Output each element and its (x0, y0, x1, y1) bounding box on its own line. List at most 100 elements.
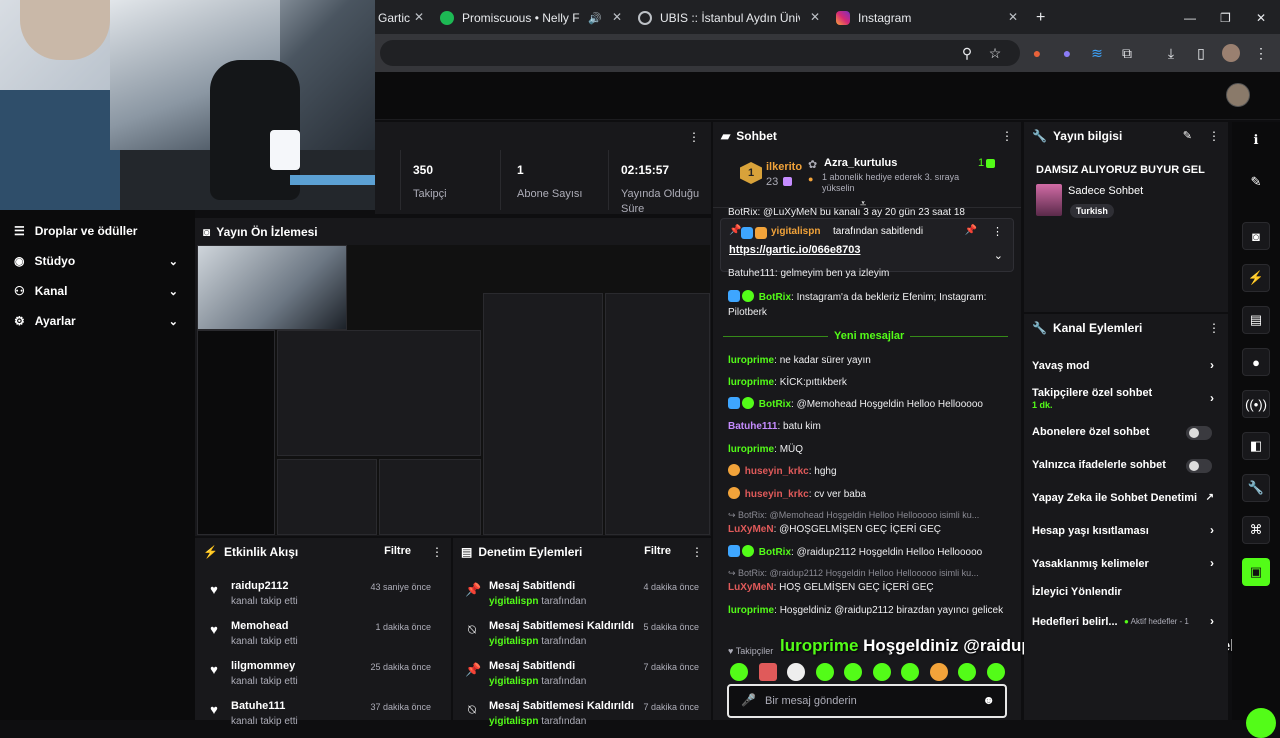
moderation-kebab-icon[interactable]: ⋮ (691, 545, 703, 559)
tab-ubis[interactable]: UBIS :: İstanbul Aydın Üniversitesi ✕ (630, 4, 826, 32)
action-banned-words[interactable]: Yasaklanmış kelimeler › (1032, 556, 1222, 570)
chat-kebab-icon[interactable]: ⋮ (1001, 129, 1013, 143)
emote-only-toggle[interactable] (1186, 459, 1212, 473)
moderator-name[interactable]: yigitalispn (489, 596, 538, 607)
nav-settings[interactable]: ⚙ Ayarlar ⌄ (14, 310, 184, 332)
category-name[interactable]: Sadece Sohbet (1068, 185, 1143, 197)
chat-icon[interactable]: ● (1242, 348, 1270, 376)
extension-wave-icon[interactable]: ≋ (1088, 44, 1106, 62)
emote-icon[interactable] (844, 663, 862, 681)
tab-spotify[interactable]: Promiscuous • Nelly Furtado 🔊 ✕ (432, 4, 628, 32)
close-icon[interactable]: ✕ (1008, 10, 1018, 24)
chat-username[interactable]: BotRix (759, 292, 791, 303)
zoom-icon[interactable]: ⚲ (958, 44, 976, 62)
chat-username[interactable]: BotRix (759, 399, 791, 410)
broadcast-icon[interactable]: ((•)) (1242, 390, 1270, 418)
fab-button[interactable] (1246, 708, 1276, 738)
info-icon[interactable]: ℹ (1242, 126, 1270, 154)
emote-icon[interactable] (816, 663, 834, 681)
pinned-link[interactable]: https://gartic.io/066e8703 (729, 244, 860, 256)
chat-input[interactable]: 🎤 Bir mesaj gönderin ☻ (727, 684, 1007, 718)
new-tab-button[interactable]: + (1028, 4, 1048, 32)
pinned-message[interactable]: 📌 yigitalispn tarafından sabitlendi 📌 ⋮ … (720, 218, 1014, 272)
pinned-by[interactable]: yigitalispn (771, 226, 820, 237)
extensions-icon[interactable]: ⧉ (1118, 44, 1136, 62)
close-icon[interactable]: ✕ (810, 10, 820, 24)
speaker-icon[interactable]: 🔊 (588, 12, 602, 25)
activity-user[interactable]: lilgmommey (231, 660, 295, 672)
sidebar-icon[interactable]: ▯ (1192, 44, 1210, 62)
chat-username[interactable]: luroprime (728, 377, 774, 388)
profile-avatar[interactable] (1222, 44, 1240, 62)
menu-icon[interactable]: ⋮ (1252, 44, 1270, 62)
document-icon[interactable]: ▤ (1242, 306, 1270, 334)
microphone-icon[interactable]: 🎤 (741, 693, 756, 707)
chat-username[interactable]: LuXyMeN (728, 524, 774, 535)
chat-username[interactable]: luroprime (728, 355, 774, 366)
chat-username[interactable]: huseyin_krkc (745, 466, 809, 477)
download-icon[interactable]: ⤓ (1162, 44, 1180, 62)
activity-filter-button[interactable]: Filtre (384, 545, 411, 557)
emote-icon[interactable] (901, 663, 919, 681)
emote-icon[interactable] (873, 663, 891, 681)
activity-user[interactable]: Batuhe111 (231, 700, 285, 712)
close-window-button[interactable]: ✕ (1248, 4, 1268, 32)
nav-channel[interactable]: ⚇ Kanal ⌄ (14, 280, 184, 302)
minimize-button[interactable]: — (1176, 4, 1196, 32)
leader-name[interactable]: Azra_kurtulus (824, 157, 897, 169)
action-ai-moderation[interactable]: Yapay Zeka ile Sohbet Denetimi ↗ (1032, 492, 1222, 504)
moderator-name[interactable]: yigitalispn (489, 676, 538, 687)
emote-icon[interactable] (730, 663, 748, 681)
activity-kebab-icon[interactable]: ⋮ (431, 545, 443, 559)
chat-username[interactable]: Batuhe111 (728, 421, 777, 432)
chat-username[interactable]: huseyin_krkc (745, 489, 809, 500)
action-account-age[interactable]: Hesap yaşı kısıtlaması › (1032, 523, 1222, 537)
tab-gartic[interactable]: Gartic ✕ (370, 4, 430, 32)
emote-icon[interactable] (930, 663, 948, 681)
emote-icon[interactable] (958, 663, 976, 681)
tab-instagram[interactable]: Instagram ✕ (828, 4, 1024, 32)
kebab-icon[interactable]: ⋮ (992, 225, 1003, 238)
chat-username[interactable]: BotRix (759, 547, 791, 558)
reply-preview[interactable]: ↪ BotRix: @raidup2112 Hoşgeldin Helloo H… (728, 568, 1018, 579)
emote-icon[interactable] (987, 663, 1005, 681)
action-followers-only[interactable]: Takipçilere özel sohbet 1 dk. › (1032, 387, 1222, 411)
moderator-name[interactable]: yigitalispn (489, 716, 538, 727)
maximize-button[interactable]: ❐ (1212, 4, 1232, 32)
edit-icon[interactable]: ✎ (1242, 168, 1270, 196)
moderator-name[interactable]: yigitalispn (489, 636, 538, 647)
activity-user[interactable]: raidup2112 (231, 580, 288, 592)
clip-icon[interactable]: ▣ (1242, 558, 1270, 586)
bolt-icon[interactable]: ⚡ (1242, 264, 1270, 292)
extension-fox-icon[interactable]: ● (1028, 44, 1046, 62)
nav-studio[interactable]: ◉ Stüdyo ⌄ (14, 250, 184, 272)
reply-preview[interactable]: ↪ BotRix: @Memohead Hoşgeldin Helloo Hel… (728, 510, 1018, 521)
action-host[interactable]: İzleyici Yönlendir (1032, 586, 1222, 598)
chat-username[interactable]: luroprime (728, 605, 774, 616)
avatar[interactable] (1226, 83, 1250, 107)
address-bar[interactable] (380, 40, 1020, 66)
nav-drops[interactable]: ☰ Droplar ve ödüller (14, 220, 184, 242)
extension-game-icon[interactable]: ● (1058, 44, 1076, 62)
shortcut-icon[interactable]: ⌘ (1242, 516, 1270, 544)
chat-username[interactable]: LuXyMeN (728, 582, 774, 593)
emote-icon[interactable] (787, 663, 805, 681)
wrench-icon[interactable]: 🔧 (1242, 474, 1270, 502)
close-icon[interactable]: ✕ (612, 10, 622, 24)
action-slow-mode[interactable]: Yavaş mod › (1032, 358, 1222, 372)
chevron-down-icon[interactable]: ⌄ (994, 249, 1003, 262)
edit-pencil-icon[interactable]: ✎ (1183, 129, 1192, 142)
channel-actions-kebab-icon[interactable]: ⋮ (1208, 321, 1220, 335)
action-goals[interactable]: Hedefleri belirl... ● Aktif hedefler - 1… (1032, 614, 1222, 628)
category-thumbnail[interactable] (1036, 184, 1062, 216)
activity-user[interactable]: Memohead (231, 620, 288, 632)
stream-info-kebab-icon[interactable]: ⋮ (1208, 129, 1220, 143)
pin-icon[interactable]: 📌 (965, 225, 977, 236)
moderation-filter-button[interactable]: Filtre (644, 545, 671, 557)
emoji-icon[interactable]: ☻ (982, 693, 995, 707)
stream-preview-video[interactable] (197, 245, 710, 535)
gifter-name[interactable]: ilkerito (766, 161, 802, 173)
camera-icon[interactable]: ◙ (1242, 222, 1270, 250)
bookmark-star-icon[interactable]: ☆ (986, 44, 1004, 62)
layout-icon[interactable]: ◧ (1242, 432, 1270, 460)
